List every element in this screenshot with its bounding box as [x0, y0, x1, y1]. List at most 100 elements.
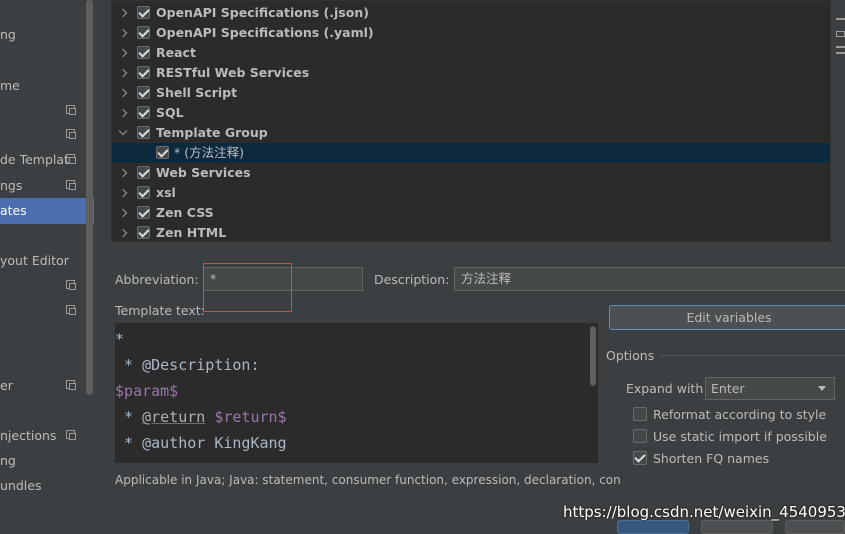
shorten-fq-checkbox[interactable] — [633, 451, 647, 465]
template-row-label: Web Services — [156, 165, 251, 180]
template-group-row[interactable]: SQL — [112, 103, 830, 123]
sidebar-item[interactable]: ng — [0, 22, 94, 48]
remove-icon[interactable] — [836, 31, 845, 37]
reformat-checkbox[interactable] — [633, 407, 647, 421]
copy-icon — [66, 430, 76, 440]
sidebar-item-label: njections — [0, 428, 57, 443]
sidebar-item-label: undles — [0, 478, 42, 493]
sidebar-item[interactable] — [0, 298, 94, 324]
sidebar-item[interactable]: undles — [0, 473, 94, 499]
template-text-editor[interactable]: * * @Description: $param$ * @return $retu… — [115, 323, 598, 463]
template-group-row[interactable]: Zen CSS — [112, 203, 830, 223]
sidebar-item[interactable]: ngs — [0, 173, 94, 199]
template-checkbox[interactable] — [137, 106, 150, 119]
settings-sidebar: ng me de Templat ngs ates yout Editor er njecti… — [0, 0, 94, 532]
template-item[interactable]: * (方法注释) — [112, 143, 830, 163]
copy-icon — [66, 154, 76, 164]
chevron-right-icon[interactable] — [118, 228, 128, 238]
sidebar-item-label: me — [0, 78, 20, 93]
template-group-row[interactable]: React — [112, 43, 830, 63]
chevron-right-icon[interactable] — [118, 188, 128, 198]
template-checkbox[interactable] — [156, 146, 169, 159]
template-group-row[interactable]: Web Services — [112, 163, 830, 183]
edit-variables-button[interactable]: Edit variables — [609, 305, 845, 330]
chevron-right-icon[interactable] — [118, 108, 128, 118]
chevron-right-icon[interactable] — [118, 168, 128, 178]
static-import-label: Use static import if possible — [653, 429, 827, 444]
template-checkbox[interactable] — [137, 226, 150, 239]
sidebar-item[interactable]: me — [0, 73, 94, 99]
restore-icon[interactable] — [836, 52, 845, 54]
template-checkbox[interactable] — [137, 86, 150, 99]
template-checkbox[interactable] — [137, 126, 150, 139]
sidebar-item[interactable]: er — [0, 373, 94, 399]
chevron-right-icon[interactable] — [118, 48, 128, 58]
chevron-down-icon[interactable] — [118, 126, 128, 136]
code-token: * @Description: — [115, 356, 260, 374]
expand-with-label: Expand with — [626, 381, 704, 396]
options-label: Options — [606, 348, 655, 363]
sidebar-item[interactable] — [0, 122, 94, 148]
abbreviation-label: Abbreviation: — [115, 272, 199, 287]
template-row-label: Shell Script — [156, 85, 238, 100]
static-import-checkbox[interactable] — [633, 429, 647, 443]
template-row-label: SQL — [156, 105, 184, 120]
editor-line: * @author KingKang — [115, 430, 287, 456]
add-icon[interactable] — [836, 18, 845, 20]
template-group-row[interactable]: RESTful Web Services — [112, 63, 830, 83]
template-group-row[interactable]: Shell Script — [112, 83, 830, 103]
editor-scrollbar[interactable] — [590, 326, 596, 386]
sidebar-item[interactable]: yout Editor — [0, 248, 94, 274]
template-group-row[interactable]: Template Group — [112, 123, 830, 143]
copy-icon — [66, 380, 76, 390]
template-row-label: Zen HTML — [156, 225, 227, 240]
editor-line: * @return $return$ — [115, 404, 287, 430]
description-input[interactable]: 方法注释 — [454, 267, 845, 291]
template-checkbox[interactable] — [137, 46, 150, 59]
template-checkbox[interactable] — [137, 186, 150, 199]
template-row-label: OpenAPI Specifications (.yaml) — [156, 25, 374, 40]
template-row-label: Template Group — [156, 125, 268, 140]
editor-line: * — [115, 326, 124, 352]
sidebar-item-label: ngs — [0, 178, 23, 193]
template-checkbox[interactable] — [137, 206, 150, 219]
chevron-right-icon[interactable] — [118, 208, 128, 218]
template-checkbox[interactable] — [137, 166, 150, 179]
template-group-row[interactable]: Zen HTML — [112, 223, 830, 241]
sidebar-item[interactable]: ng — [0, 448, 94, 474]
sidebar-item[interactable]: ates — [0, 198, 94, 224]
sidebar-item-label: ng — [0, 453, 16, 468]
template-row-label: OpenAPI Specifications (.json) — [156, 5, 369, 20]
chevron-right-icon[interactable] — [118, 28, 128, 38]
template-group-row[interactable]: OpenAPI Specifications (.yaml) — [112, 23, 830, 43]
chevron-right-icon[interactable] — [118, 8, 128, 18]
template-row-label: React — [156, 45, 196, 60]
copy-icon — [66, 105, 76, 115]
template-checkbox[interactable] — [137, 66, 150, 79]
code-token: * — [115, 408, 143, 426]
copy-icon — [66, 305, 76, 315]
code-token: * — [115, 330, 125, 348]
sidebar-item[interactable] — [0, 273, 94, 299]
sidebar-item[interactable] — [0, 98, 94, 124]
chevron-down-icon — [818, 386, 826, 391]
editor-line: * @Description: — [115, 352, 260, 378]
sidebar-item-label: yout Editor — [0, 253, 69, 268]
template-group-row[interactable]: OpenAPI Specifications (.json) — [112, 3, 830, 23]
shorten-fq-label: Shorten FQ names — [653, 451, 770, 466]
expand-with-select[interactable]: Enter — [705, 377, 835, 400]
chevron-right-icon[interactable] — [118, 88, 128, 98]
sidebar-item[interactable]: de Templat — [0, 147, 94, 173]
chevron-right-icon[interactable] — [118, 68, 128, 78]
description-label: Description: — [374, 272, 450, 287]
copy-icon — [66, 180, 76, 190]
template-group-row[interactable]: xsl — [112, 183, 830, 203]
template-row-label: xsl — [156, 185, 176, 200]
code-token: @return — [142, 408, 206, 426]
sidebar-item[interactable]: njections — [0, 423, 94, 449]
sidebar-scrollbar[interactable] — [86, 0, 93, 395]
template-checkbox[interactable] — [137, 6, 150, 19]
duplicate-icon[interactable] — [836, 46, 845, 48]
template-checkbox[interactable] — [137, 26, 150, 39]
code-token: $return$ — [205, 408, 287, 426]
